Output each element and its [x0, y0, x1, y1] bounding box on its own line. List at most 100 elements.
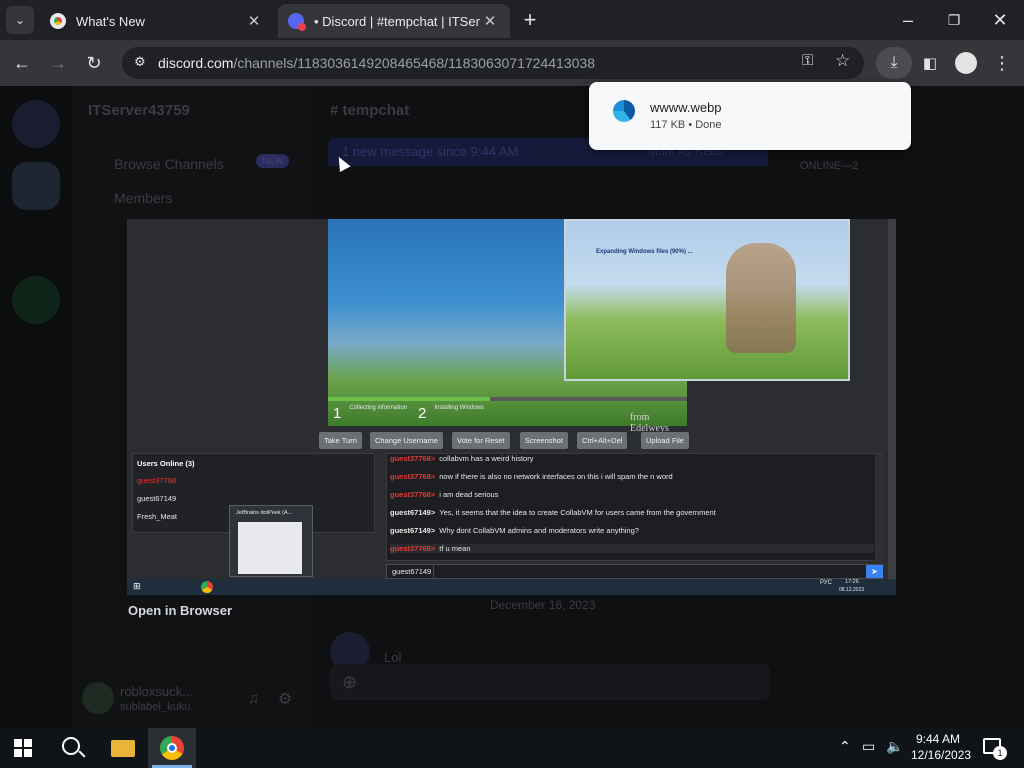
vm-chat-log: guest37768> collabvm has a weird history …	[386, 453, 883, 561]
notification-count-badge: 1	[993, 746, 1007, 760]
vote-reset-button[interactable]: Vote for Reset	[452, 432, 510, 449]
ctrl-alt-del-button[interactable]: Ctrl+Alt+Del	[577, 432, 628, 449]
profile-avatar-icon[interactable]	[955, 52, 977, 74]
discord-favicon-icon	[288, 13, 306, 31]
tab-discord[interactable]: • Discord | #tempchat | ITServer ✕	[278, 4, 510, 38]
vm-setup-screen: Expanding Windows files (90%) ... 1 Colle…	[328, 219, 850, 434]
vm-date: 08.12.2023	[839, 587, 865, 593]
vm-start-icon[interactable]: ⊞	[133, 581, 141, 592]
forward-icon[interactable]: →	[44, 49, 72, 77]
setup-status-text: Expanding Windows files (90%) ...	[596, 249, 693, 255]
chrome-taskbar-button[interactable]	[148, 728, 196, 768]
open-in-browser-link[interactable]: Open in Browser	[128, 603, 232, 618]
tab-title: What's New	[76, 13, 145, 29]
new-tab-icon[interactable]: +	[516, 6, 544, 34]
password-key-icon[interactable]: ⚿	[802, 52, 813, 69]
send-icon[interactable]: ➤	[866, 565, 883, 578]
minimize-icon[interactable]: –	[894, 6, 922, 34]
vm-taskbar: ⊞ РУС 17:26 08.12.2023	[127, 579, 896, 595]
change-username-button[interactable]: Change Username	[370, 432, 443, 449]
close-tab-icon[interactable]: ✕	[244, 12, 264, 30]
address-bar[interactable]: ⚙ discord.com/channels/11830361492084654…	[122, 47, 864, 79]
add-attachment-icon[interactable]: ⊕	[342, 672, 357, 693]
user-name: robloxsuck...	[120, 684, 193, 699]
download-filename[interactable]: wwww.webp	[650, 100, 722, 115]
last-message: Lol	[384, 650, 402, 665]
chevron-up-icon[interactable]: ⌃	[839, 738, 851, 755]
network-icon[interactable]: ▭	[862, 738, 875, 755]
user-status: sublabel_kuku	[120, 701, 191, 713]
server-icon[interactable]	[12, 162, 60, 210]
windows-taskbar: ⌃ ▭ 🔈 9:44 AM 12/16/2023 1	[0, 728, 1024, 768]
url-text: discord.com/channels/1183036149208465468…	[158, 55, 595, 71]
browse-channels-link[interactable]: Browse Channels	[114, 156, 224, 172]
download-icon[interactable]: ⤓	[876, 47, 912, 79]
download-bubble[interactable]: wwww.webp 117 KB • Done	[589, 82, 911, 150]
server-name[interactable]: ITServer43759	[88, 102, 190, 119]
avatar[interactable]	[82, 682, 114, 714]
chat-message: guest37768> now if there is also no netwo…	[390, 472, 673, 481]
chrome-icon	[50, 13, 66, 29]
close-tab-icon[interactable]: ✕	[480, 12, 500, 30]
bookmark-star-icon[interactable]: ☆	[835, 51, 850, 71]
side-panel-icon[interactable]: ◧	[916, 49, 944, 77]
add-server-icon[interactable]	[12, 276, 60, 324]
chat-message: guest37768> i am dead serious	[390, 490, 499, 499]
setup-progress-bar	[328, 397, 687, 401]
image-preview[interactable]: Expanding Windows files (90%) ... 1 Colle…	[127, 219, 896, 595]
members-link[interactable]: Members	[114, 190, 172, 206]
setup-step-1: 1 Collecting information	[333, 405, 408, 422]
reload-icon[interactable]: ↻	[80, 49, 108, 77]
wallpaper-credit: from Edelweys	[630, 412, 669, 434]
server-rail	[0, 86, 72, 728]
chat-message: guest37768> collabvm has a weird history	[390, 454, 534, 463]
tab-title: • Discord | #tempchat | ITServer	[314, 13, 480, 29]
user-entry[interactable]: Fresh_Meat	[137, 512, 177, 521]
restore-icon[interactable]: ❐	[940, 6, 968, 34]
vm-page-scrollbar[interactable]	[888, 219, 896, 579]
settings-gear-icon[interactable]: ⚙	[278, 689, 292, 709]
menu-kebab-icon[interactable]: ⋮	[988, 49, 1016, 77]
user-entry[interactable]: guest37768	[137, 476, 176, 485]
tab-search-button[interactable]: ⌄	[6, 6, 34, 34]
upload-file-button[interactable]: Upload File	[641, 432, 689, 449]
vm-setup-window: Expanding Windows files (90%) ...	[564, 219, 850, 381]
vm-taskbar-thumbnail[interactable]: JetBrains dotPeek (A...	[229, 505, 313, 577]
taskbar-time: 9:44 AM	[915, 732, 961, 746]
message-composer[interactable]: ⊕	[330, 664, 770, 700]
search-icon-handle	[78, 750, 86, 758]
chat-message: guest37768> tf u mean	[390, 544, 874, 553]
site-info-icon[interactable]: ⚙	[134, 54, 146, 70]
file-explorer-icon[interactable]	[111, 740, 135, 757]
back-icon[interactable]: ←	[8, 49, 36, 77]
volume-muted-icon[interactable]: 🔈	[886, 738, 903, 755]
date-divider: December 16, 2023	[490, 598, 596, 612]
users-online-header: Users Online (3)	[137, 459, 195, 468]
wallpaper-figure	[726, 243, 796, 353]
vm-clock: 17:26	[845, 579, 859, 585]
chat-scrollbar[interactable]	[875, 454, 883, 561]
download-status: 117 KB • Done	[650, 119, 722, 131]
setup-step-2: 2 Installing Windows	[418, 405, 485, 422]
take-turn-button[interactable]: Take Turn	[319, 432, 362, 449]
headphones-icon[interactable]: ♫	[248, 690, 259, 707]
taskbar-clock[interactable]: 9:44 AM 12/16/2023	[911, 732, 971, 762]
screenshot-button[interactable]: Screenshot	[520, 432, 568, 449]
vm-chat-input[interactable]: guest67149 ➤	[386, 564, 883, 579]
vm-chrome-icon[interactable]	[201, 581, 213, 593]
chat-nick-label: guest67149	[387, 565, 434, 578]
tab-whats-new[interactable]: What's New ✕	[40, 4, 274, 38]
close-window-icon[interactable]: ✕	[986, 6, 1014, 34]
chat-message: guest67149> Why dont CollabVM admins and …	[390, 526, 639, 535]
edge-file-icon	[613, 100, 635, 122]
user-entry[interactable]: guest67149	[137, 494, 176, 503]
search-icon[interactable]	[62, 737, 80, 755]
thumbnail-preview	[238, 522, 302, 574]
setup-progress-fill	[328, 397, 490, 401]
windows-start-icon[interactable]	[14, 739, 32, 757]
thumbnail-title: JetBrains dotPeek (A...	[236, 510, 293, 516]
new-badge: NEW	[256, 154, 289, 168]
discord-home-icon[interactable]	[12, 100, 60, 148]
chat-message: guest67149> Yes, it seems that the idea t…	[390, 508, 716, 517]
user-panel: robloxsuck... sublabel_kuku ♫ ⚙	[80, 676, 304, 722]
